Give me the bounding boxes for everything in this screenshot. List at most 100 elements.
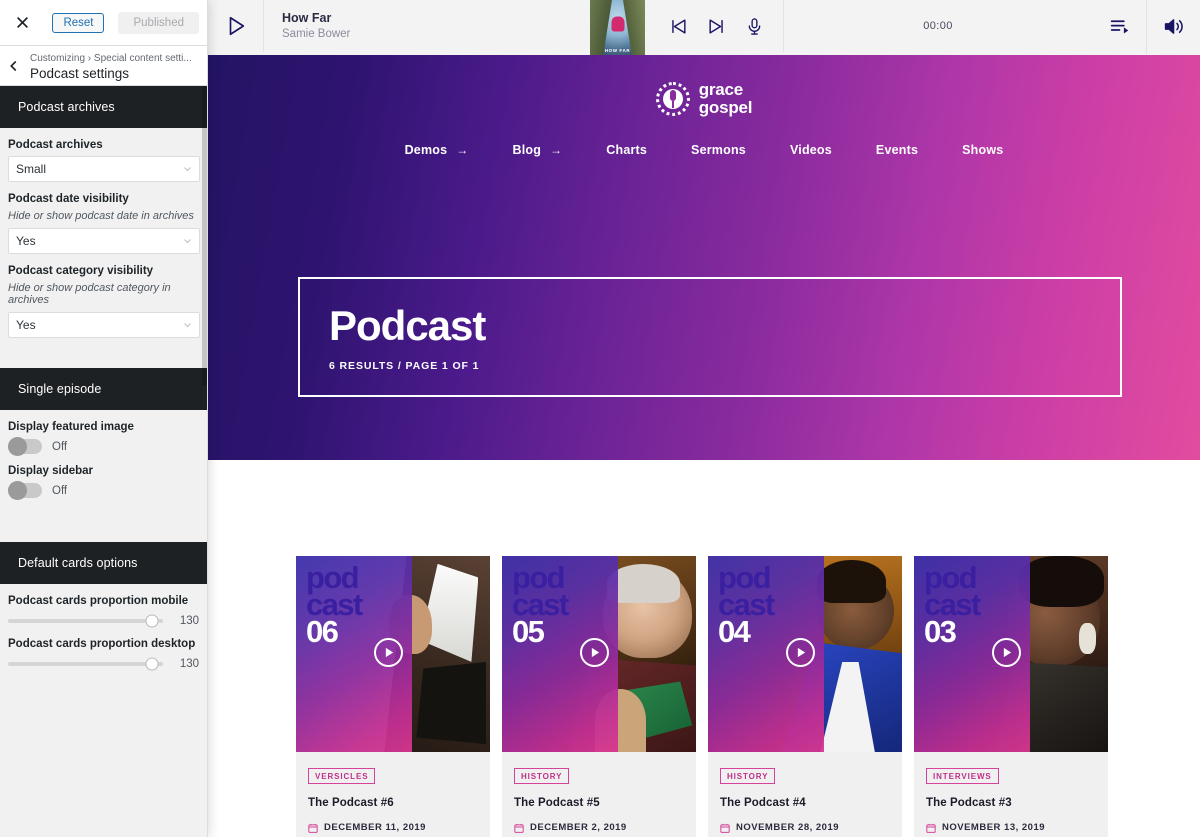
display-featured-image-toggle[interactable] bbox=[8, 439, 42, 454]
card-title[interactable]: The Podcast #5 bbox=[514, 797, 684, 809]
brand-line-1: grace bbox=[699, 81, 753, 99]
podcast-archives-select[interactable]: Small bbox=[8, 156, 200, 182]
customizer-panel-header: Customizing › Special content setti... P… bbox=[0, 46, 207, 86]
play-icon[interactable] bbox=[208, 0, 264, 52]
card-art-number: 05 bbox=[512, 618, 568, 645]
playlist-icon[interactable] bbox=[1092, 0, 1146, 54]
player-time-wrap: 00:00 bbox=[783, 0, 1092, 52]
customizer-sidebar: Reset Published Customizing › Special co… bbox=[0, 0, 208, 837]
card-date-row: DECEMBER 2, 2019 bbox=[514, 822, 684, 833]
section-body-single-episode: Display featured image Off Display sideb… bbox=[0, 410, 207, 542]
card-media[interactable]: pod cast 04 bbox=[708, 556, 902, 752]
podcast-card[interactable]: pod cast 03 INTERVIEWS The Podcast #3 bbox=[914, 556, 1108, 837]
nav-item-charts[interactable]: Charts bbox=[584, 137, 669, 163]
site-hero: grace gospel Demos → Blog → Charts Sermo… bbox=[208, 55, 1200, 460]
nav-label: Demos bbox=[405, 143, 448, 157]
card-date: DECEMBER 2, 2019 bbox=[530, 822, 627, 833]
card-title[interactable]: The Podcast #3 bbox=[926, 797, 1096, 809]
brand-line-2: gospel bbox=[699, 99, 753, 117]
hero-title-box: Podcast 6 RESULTS / PAGE 1 OF 1 bbox=[298, 277, 1122, 397]
chevron-down-icon bbox=[183, 237, 192, 246]
podcast-card[interactable]: pod cast 05 HISTORY The Podcast #5 bbox=[502, 556, 696, 837]
card-date: NOVEMBER 28, 2019 bbox=[736, 822, 839, 833]
nav-label: Videos bbox=[790, 143, 832, 157]
grace-gospel-logo-icon bbox=[656, 82, 690, 116]
nav-item-demos[interactable]: Demos → bbox=[383, 137, 491, 163]
play-circle-icon[interactable] bbox=[374, 638, 403, 667]
nav-label: Sermons bbox=[691, 143, 746, 157]
podcast-cards-row: pod cast 06 VERSICLES The Podcast #6 bbox=[296, 556, 1108, 837]
card-category-badge[interactable]: HISTORY bbox=[720, 768, 775, 784]
field-display-featured-image: Display featured image Off bbox=[8, 410, 199, 454]
play-circle-icon[interactable] bbox=[786, 638, 815, 667]
section-header-single-episode[interactable]: Single episode bbox=[0, 368, 207, 410]
cards-proportion-desktop-slider[interactable] bbox=[8, 662, 163, 666]
nav-label: Events bbox=[876, 143, 918, 157]
calendar-icon bbox=[514, 823, 524, 833]
nav-item-blog[interactable]: Blog → bbox=[490, 137, 584, 163]
podcast-cards-area: pod cast 06 VERSICLES The Podcast #6 bbox=[208, 460, 1200, 837]
card-body: HISTORY The Podcast #4 NOVEMBER 28, 2019 bbox=[708, 752, 902, 837]
reset-button[interactable]: Reset bbox=[52, 13, 104, 33]
breadcrumb: Customizing › Special content setti... bbox=[30, 52, 192, 65]
site-logo[interactable]: grace gospel bbox=[208, 71, 1200, 116]
slider-value: 130 bbox=[163, 615, 199, 627]
card-category-badge[interactable]: HISTORY bbox=[514, 768, 569, 784]
section-header-podcast-archives[interactable]: Podcast archives bbox=[0, 86, 207, 128]
player-right-controls bbox=[1092, 0, 1200, 52]
nav-item-videos[interactable]: Videos bbox=[768, 137, 854, 163]
display-sidebar-toggle[interactable] bbox=[8, 483, 42, 498]
section-body-podcast-archives: Podcast archives Small Podcast date visi… bbox=[0, 128, 207, 368]
player-track-info: How Far Samie Bower bbox=[264, 0, 590, 52]
card-date-row: NOVEMBER 28, 2019 bbox=[720, 822, 890, 833]
nav-item-shows[interactable]: Shows bbox=[940, 137, 1025, 163]
chevron-left-icon[interactable] bbox=[0, 46, 26, 85]
nav-item-sermons[interactable]: Sermons bbox=[669, 137, 768, 163]
microphone-icon[interactable] bbox=[743, 15, 765, 37]
calendar-icon bbox=[308, 823, 318, 833]
playback-time: 00:00 bbox=[923, 20, 953, 32]
published-button[interactable]: Published bbox=[118, 12, 199, 34]
customizer-topbar: Reset Published bbox=[0, 0, 207, 46]
skip-next-icon[interactable] bbox=[705, 15, 727, 37]
card-title[interactable]: The Podcast #4 bbox=[720, 797, 890, 809]
card-body: INTERVIEWS The Podcast #3 NOVEMBER 13, 2… bbox=[914, 752, 1108, 837]
skip-previous-icon[interactable] bbox=[667, 15, 689, 37]
podcast-card[interactable]: pod cast 06 VERSICLES The Podcast #6 bbox=[296, 556, 490, 837]
card-date: NOVEMBER 13, 2019 bbox=[942, 822, 1045, 833]
close-icon[interactable] bbox=[8, 8, 36, 38]
volume-icon[interactable] bbox=[1146, 0, 1200, 54]
card-media[interactable]: pod cast 03 bbox=[914, 556, 1108, 752]
page-title: Podcast settings bbox=[30, 65, 192, 82]
podcast-category-visibility-select[interactable]: Yes bbox=[8, 312, 200, 338]
toggle-state-label: Off bbox=[52, 485, 67, 497]
card-category-badge[interactable]: INTERVIEWS bbox=[926, 768, 999, 784]
card-date: DECEMBER 11, 2019 bbox=[324, 822, 426, 833]
play-circle-icon[interactable] bbox=[992, 638, 1021, 667]
toggle-state-label: Off bbox=[52, 441, 67, 453]
chevron-down-icon bbox=[183, 321, 192, 330]
card-date-row: NOVEMBER 13, 2019 bbox=[926, 822, 1096, 833]
podcast-card[interactable]: pod cast 04 HISTORY The Podcast #4 bbox=[708, 556, 902, 837]
card-media[interactable]: pod cast 06 bbox=[296, 556, 490, 752]
card-media[interactable]: pod cast 05 bbox=[502, 556, 696, 752]
card-number-art: pod cast 04 bbox=[718, 564, 774, 645]
field-description: Hide or show podcast category in archive… bbox=[8, 282, 199, 306]
audio-player-bar: How Far Samie Bower HOW FAR bbox=[208, 0, 1200, 55]
nav-item-events[interactable]: Events bbox=[854, 137, 940, 163]
card-title[interactable]: The Podcast #6 bbox=[308, 797, 478, 809]
app-screen: Reset Published Customizing › Special co… bbox=[0, 0, 1200, 837]
card-art-number: 06 bbox=[306, 618, 362, 645]
cards-proportion-mobile-slider[interactable] bbox=[8, 619, 163, 623]
play-circle-icon[interactable] bbox=[580, 638, 609, 667]
nav-label: Blog bbox=[512, 143, 541, 157]
select-value: Small bbox=[16, 162, 46, 176]
archive-results-count: 6 RESULTS / PAGE 1 OF 1 bbox=[329, 360, 1120, 372]
card-number-art: pod cast 03 bbox=[924, 564, 980, 645]
podcast-date-visibility-select[interactable]: Yes bbox=[8, 228, 200, 254]
sidebar-scrollbar[interactable] bbox=[202, 86, 207, 386]
card-category-badge[interactable]: VERSICLES bbox=[308, 768, 375, 784]
section-header-default-cards-options[interactable]: Default cards options bbox=[0, 542, 207, 584]
field-description: Hide or show podcast date in archives bbox=[8, 210, 199, 222]
card-art-number: 04 bbox=[718, 618, 774, 645]
